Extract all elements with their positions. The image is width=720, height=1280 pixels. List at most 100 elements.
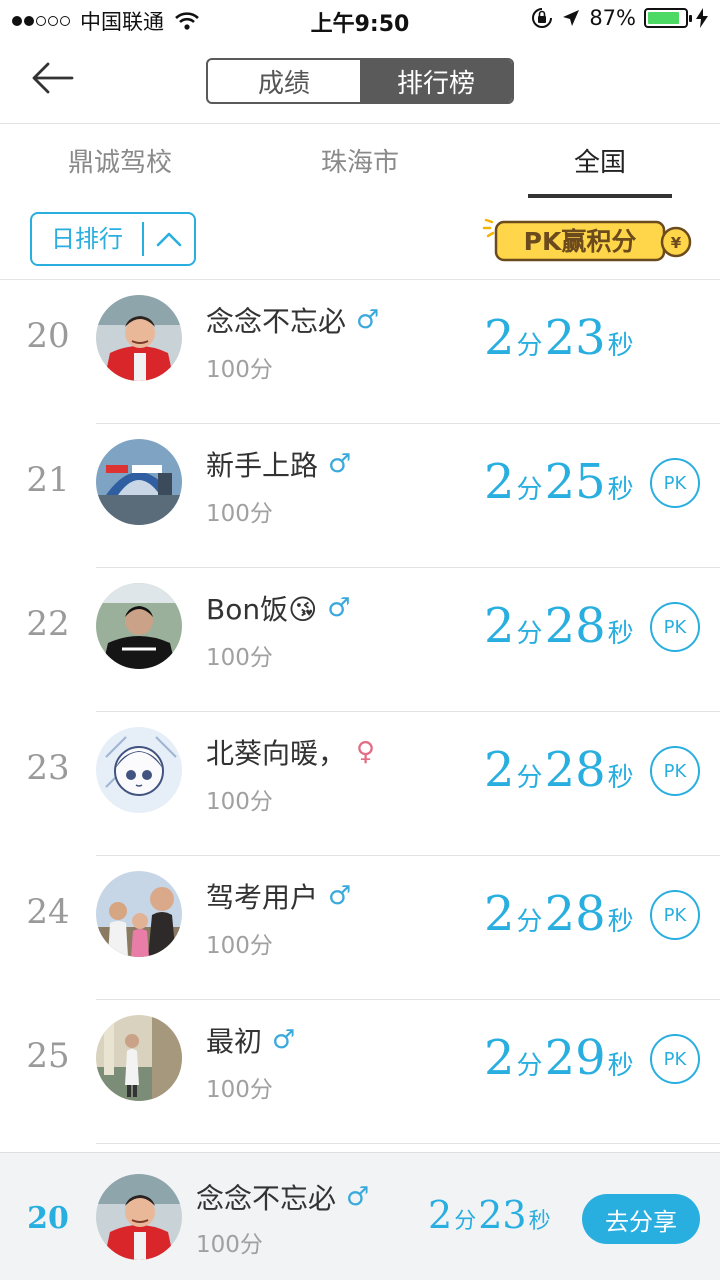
pk-button[interactable]: PK bbox=[650, 746, 700, 796]
time-unit-min: 分 bbox=[454, 1209, 477, 1234]
time-minutes: 2 bbox=[484, 1030, 515, 1086]
tab-national[interactable]: 全国 bbox=[480, 142, 720, 179]
rank-number: 20 bbox=[26, 316, 70, 356]
male-icon: ♂ bbox=[327, 593, 351, 623]
completion-time: 2 分 28 秒 bbox=[484, 742, 636, 798]
time-seconds: 23 bbox=[544, 310, 606, 366]
period-dropdown[interactable]: 日排行 bbox=[30, 212, 196, 266]
male-icon: ♂ bbox=[328, 881, 352, 911]
ranking-row[interactable]: 21 新手上路 ♂ 100分 2 分 25 秒 PK bbox=[0, 424, 720, 568]
tab-city[interactable]: 珠海市 bbox=[240, 142, 480, 179]
time-unit-sec: 秒 bbox=[607, 475, 634, 505]
avatar[interactable] bbox=[96, 439, 182, 525]
my-time: 2 分 23 秒 bbox=[428, 1193, 553, 1237]
time-minutes: 2 bbox=[484, 598, 515, 654]
my-name: 念念不忘必 bbox=[196, 1182, 337, 1215]
user-score: 100分 bbox=[206, 1077, 273, 1103]
ranking-row[interactable]: 25 最初 ♂ 100分 2 分 29 秒 PK bbox=[0, 1000, 720, 1144]
time-minutes: 2 bbox=[484, 454, 515, 510]
pk-win-points-banner[interactable]: PK赢积分 ¥ bbox=[480, 212, 696, 268]
location-arrow-icon bbox=[563, 10, 580, 26]
share-button[interactable]: 去分享 bbox=[582, 1194, 700, 1244]
time-minutes: 2 bbox=[484, 742, 515, 798]
time-unit-sec: 秒 bbox=[528, 1209, 551, 1234]
chevron-up-icon bbox=[144, 229, 194, 249]
pk-button[interactable]: PK bbox=[650, 1034, 700, 1084]
completion-time: 2 分 28 秒 bbox=[484, 886, 636, 942]
avatar[interactable] bbox=[96, 1015, 182, 1101]
completion-time: 2 分 28 秒 bbox=[484, 598, 636, 654]
user-name-line: 北葵向暖， ♀ bbox=[206, 732, 375, 772]
user-name-line: 念念不忘必 ♂ bbox=[206, 300, 379, 340]
ranking-row[interactable]: 22 Bon饭😘 ♂ 100分 2 分 28 秒 PK bbox=[0, 568, 720, 712]
male-icon: ♂ bbox=[356, 305, 380, 335]
pk-button[interactable]: PK bbox=[650, 458, 700, 508]
avatar[interactable] bbox=[96, 727, 182, 813]
ranking-row[interactable]: 23 北葵向暖， ♀ 100分 2 分 28 秒 PK bbox=[0, 712, 720, 856]
time-unit-min: 分 bbox=[516, 907, 543, 937]
time-seconds: 25 bbox=[544, 454, 606, 510]
period-label: 日排行 bbox=[32, 222, 144, 256]
user-score: 100分 bbox=[206, 645, 273, 671]
male-icon: ♂ bbox=[272, 1025, 296, 1055]
male-icon: ♂ bbox=[346, 1182, 370, 1212]
pk-banner-text: PK赢积分 bbox=[524, 227, 637, 256]
my-name-line: 念念不忘必 ♂ bbox=[196, 1177, 369, 1217]
user-score: 100分 bbox=[206, 357, 273, 383]
status-bar: 中国联通 上午9:50 87% bbox=[0, 0, 720, 40]
time-unit-sec: 秒 bbox=[607, 619, 634, 649]
my-rank: 20 bbox=[27, 1201, 69, 1236]
time-seconds: 28 bbox=[544, 886, 606, 942]
user-name: 最初 bbox=[206, 1025, 263, 1058]
my-time-sec: 23 bbox=[478, 1193, 527, 1237]
region-tabs: 鼎诚驾校 珠海市 全国 bbox=[0, 124, 720, 200]
avatar[interactable] bbox=[96, 295, 182, 381]
user-name-line: 新手上路 ♂ bbox=[206, 444, 351, 484]
tab-driving-school[interactable]: 鼎诚驾校 bbox=[0, 142, 240, 179]
svg-text:¥: ¥ bbox=[671, 234, 682, 252]
avatar[interactable] bbox=[96, 871, 182, 957]
my-score: 100分 bbox=[196, 1232, 263, 1258]
user-score: 100分 bbox=[206, 501, 273, 527]
active-tab-indicator bbox=[528, 194, 672, 198]
my-avatar bbox=[96, 1174, 182, 1260]
battery-level-fill bbox=[648, 12, 680, 24]
time-unit-min: 分 bbox=[516, 331, 543, 361]
time-unit-min: 分 bbox=[516, 763, 543, 793]
segment-leaderboard[interactable]: 排行榜 bbox=[360, 60, 512, 102]
ranking-row[interactable]: 24 驾考用户 ♂ 100分 2 分 28 秒 PK bbox=[0, 856, 720, 1000]
time-unit-min: 分 bbox=[516, 1051, 543, 1081]
time-unit-sec: 秒 bbox=[607, 907, 634, 937]
ranking-list: 20 念念不忘必 ♂ 100分 2 分 23 秒 21 新手上路 ♂ 100分 2 分 25 秒 PK 22 Bon… bbox=[0, 280, 720, 1144]
back-arrow-icon[interactable] bbox=[28, 58, 76, 98]
time-seconds: 28 bbox=[544, 598, 606, 654]
user-name-line: 驾考用户 ♂ bbox=[206, 876, 351, 916]
rank-number: 22 bbox=[26, 604, 70, 644]
user-name: 驾考用户 bbox=[206, 881, 319, 914]
rank-number: 24 bbox=[26, 892, 70, 932]
time-unit-min: 分 bbox=[516, 475, 543, 505]
completion-time: 2 分 23 秒 bbox=[484, 310, 636, 366]
time-seconds: 29 bbox=[544, 1030, 606, 1086]
pk-button[interactable]: PK bbox=[650, 890, 700, 940]
pk-button[interactable]: PK bbox=[650, 602, 700, 652]
ranking-row[interactable]: 20 念念不忘必 ♂ 100分 2 分 23 秒 bbox=[0, 280, 720, 424]
nav-bar: 成绩 排行榜 bbox=[0, 40, 720, 124]
segment-control: 成绩 排行榜 bbox=[206, 58, 514, 104]
time-minutes: 2 bbox=[484, 886, 515, 942]
user-name: 念念不忘必 bbox=[206, 305, 347, 338]
male-icon: ♂ bbox=[328, 449, 352, 479]
time-minutes: 2 bbox=[484, 310, 515, 366]
completion-time: 2 分 25 秒 bbox=[484, 454, 636, 510]
battery-percent: 87% bbox=[589, 6, 636, 30]
user-name: Bon饭😘 bbox=[206, 593, 318, 626]
time-unit-sec: 秒 bbox=[607, 331, 634, 361]
user-score: 100分 bbox=[206, 933, 273, 959]
charging-bolt-icon bbox=[696, 8, 708, 28]
user-score: 100分 bbox=[206, 789, 273, 815]
battery-icon bbox=[644, 8, 692, 28]
rank-number: 25 bbox=[26, 1036, 70, 1076]
segment-score[interactable]: 成绩 bbox=[208, 60, 360, 102]
rotation-lock-icon bbox=[532, 8, 553, 28]
avatar[interactable] bbox=[96, 583, 182, 669]
